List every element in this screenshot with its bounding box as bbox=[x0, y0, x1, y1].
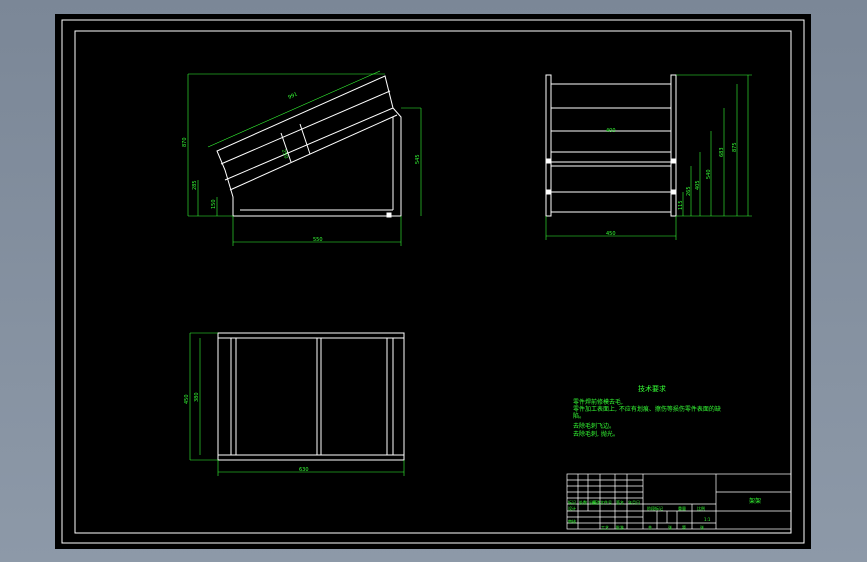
tech-requirement-line-3: 陷。 bbox=[573, 413, 586, 420]
tb-footer-sheet: 张 bbox=[700, 525, 704, 530]
front-view bbox=[545, 74, 677, 217]
dim-height-left: 870 bbox=[182, 137, 188, 147]
dim-top-length: 630 bbox=[299, 467, 309, 473]
side-view-foot bbox=[386, 212, 392, 218]
front-view-joint-right-low bbox=[670, 189, 676, 195]
inner-border bbox=[74, 30, 792, 534]
tech-requirements-title: 技术要求 bbox=[638, 385, 666, 393]
side-view-upper-rail bbox=[220, 90, 391, 165]
dim-base: 550 bbox=[313, 237, 323, 243]
tech-requirement-line-4: 去除毛刺飞边。 bbox=[573, 423, 616, 430]
dim-h3: 405 bbox=[695, 180, 701, 190]
tb-header-count: 处数 bbox=[579, 500, 587, 505]
top-view bbox=[217, 332, 405, 461]
dim-height-right: 545 bbox=[415, 154, 421, 164]
dim-lower-2: 150 bbox=[211, 199, 217, 209]
side-view-dimensions bbox=[187, 70, 422, 246]
tb-stage-mark: 阶段标记 bbox=[647, 506, 663, 511]
tech-requirement-line-5: 去除毛刺, 抛光。 bbox=[573, 431, 619, 438]
dim-h4: 540 bbox=[706, 169, 712, 179]
outer-border bbox=[61, 19, 805, 544]
tech-requirement-line-1: 零件焊前修模去毛, bbox=[573, 399, 623, 406]
dim-front-width: 450 bbox=[606, 231, 616, 237]
tb-scale-label: 比例 bbox=[697, 506, 705, 511]
drawing-scale: 1:1 bbox=[704, 517, 711, 522]
side-view-outline bbox=[216, 75, 402, 217]
dim-front-inner: 400 bbox=[606, 128, 616, 134]
tb-header-date: 年月日 bbox=[628, 500, 640, 505]
dim-h2: 265 bbox=[686, 186, 692, 196]
drawing-viewport[interactable]: 991 870 285 150 250 545 550 450 400 115 … bbox=[55, 14, 811, 549]
side-view-divider-2 bbox=[299, 123, 311, 155]
dim-h6: 875 bbox=[732, 142, 738, 152]
dim-top-depth-inner: 380 bbox=[194, 392, 200, 402]
cad-drawing: 991 870 285 150 250 545 550 450 400 115 … bbox=[61, 19, 805, 544]
dim-h1: 115 bbox=[678, 200, 684, 210]
top-view-outline bbox=[217, 332, 405, 461]
tb-header-sign: 签名 bbox=[616, 500, 624, 505]
tb-weight: 重量 bbox=[678, 506, 686, 511]
dim-diagonal: 991 bbox=[287, 91, 298, 100]
side-view bbox=[216, 75, 402, 218]
tb-row-approve: 批准 bbox=[616, 525, 624, 530]
front-view-joint-right bbox=[670, 158, 676, 164]
tb-row-process: 工艺 bbox=[601, 525, 609, 530]
dim-line-diagonal bbox=[207, 70, 381, 148]
tb-footer-no: 第 bbox=[682, 525, 686, 530]
side-view-mid-rail bbox=[224, 107, 394, 181]
front-view-right-post bbox=[670, 74, 677, 217]
dim-h5: 683 bbox=[719, 147, 725, 157]
tb-row-review: 审核 bbox=[568, 519, 576, 524]
dim-top-depth: 450 bbox=[184, 394, 190, 404]
tb-header-change-doc: 更改文件号 bbox=[592, 500, 612, 505]
tech-requirement-line-2: 零件加工表面上, 不应有划痕、擦伤等损伤零件表面的缺 bbox=[573, 406, 721, 413]
dim-lower-1: 285 bbox=[192, 180, 198, 190]
dim-inner-depth: 250 bbox=[280, 149, 289, 160]
front-view-joint-left bbox=[546, 158, 552, 164]
front-view-joint-left-low bbox=[546, 189, 552, 195]
drawing-name: 架架 bbox=[749, 498, 762, 505]
tb-footer-total: 共 bbox=[648, 525, 652, 530]
tb-footer-sheets: 张 bbox=[668, 525, 672, 530]
tb-row-design: 设计 bbox=[568, 506, 576, 511]
front-view-left-post bbox=[545, 74, 552, 217]
